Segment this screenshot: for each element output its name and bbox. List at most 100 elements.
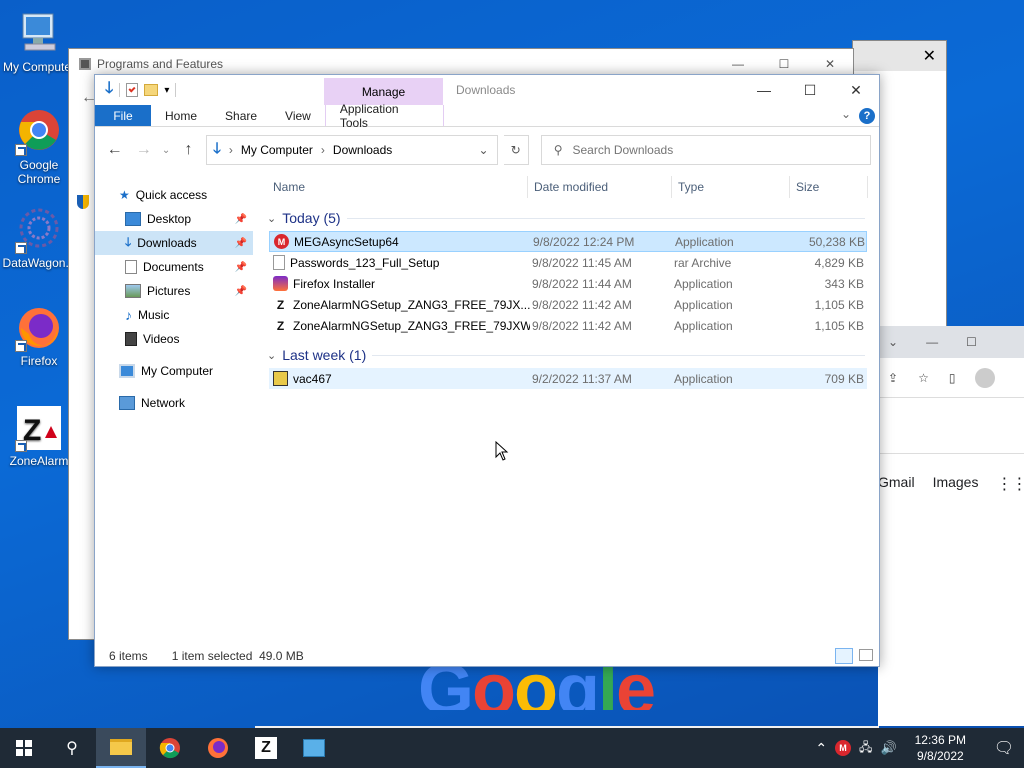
file-row[interactable]: Z ZoneAlarmNGSetup_ZANG3_FREE_79JXW1 9/8/…: [269, 315, 867, 336]
group-header-last-week[interactable]: ⌄ Last week (1): [267, 342, 879, 368]
column-size[interactable]: Size: [790, 176, 868, 198]
notifications-icon[interactable]: 🗨: [984, 728, 1024, 768]
breadcrumb-root[interactable]: My Computer: [241, 143, 313, 157]
address-bar[interactable]: 🡓 › My Computer › Downloads ⌄: [206, 135, 498, 165]
search-box[interactable]: ⚲: [540, 135, 871, 165]
firefox-icon: [208, 738, 228, 758]
desktop-icon-firefox[interactable]: Firefox: [0, 304, 78, 368]
tab-application-tools[interactable]: Application Tools: [324, 102, 444, 130]
nav-label: Desktop: [147, 212, 192, 226]
file-date: 9/8/2022 11:45 AM: [532, 255, 632, 270]
file-name: ZoneAlarmNGSetup_ZANG3_FREE_79JXW1: [293, 318, 530, 333]
nav-label: Documents: [143, 260, 204, 274]
expand-ribbon-icon[interactable]: ⌄: [841, 107, 851, 121]
share-icon[interactable]: ⇪: [888, 371, 898, 385]
desktop-icon-datawagon[interactable]: DataWagon...: [0, 206, 78, 270]
maximize-icon[interactable]: ☐: [966, 335, 977, 349]
file-row[interactable]: Firefox Installer 9/8/2022 11:44 AM Appl…: [269, 273, 867, 294]
nav-pictures[interactable]: Pictures 📌: [95, 279, 253, 303]
nav-documents[interactable]: Documents 📌: [95, 255, 253, 279]
videos-icon: [125, 332, 137, 346]
tab-file[interactable]: File: [95, 105, 151, 126]
pin-icon[interactable]: 📌: [235, 262, 247, 273]
taskbar-zonealarm[interactable]: Z: [242, 728, 290, 768]
file-row[interactable]: M MEGAsyncSetup64 9/8/2022 12:24 PM Appli…: [269, 231, 867, 252]
close-icon[interactable]: ✕: [833, 75, 879, 105]
file-size: 1,105 KB: [814, 318, 864, 333]
start-button[interactable]: [0, 728, 48, 768]
search-button[interactable]: ⚲: [48, 728, 96, 768]
nav-downloads[interactable]: 🡓 Downloads 📌: [95, 231, 253, 255]
refresh-icon[interactable]: ↻: [503, 135, 529, 165]
back-icon[interactable]: ←: [103, 138, 126, 162]
title-bar: 🡓 ▾ Manage Downloads — ☐ ✕: [95, 75, 879, 105]
help-icon[interactable]: ?: [859, 108, 875, 124]
recent-locations-icon[interactable]: ⌄: [161, 138, 171, 162]
chevron-down-icon[interactable]: ⌄: [888, 335, 898, 349]
file-list: Name Date modified Type Size ⌄ Today (5)…: [267, 173, 879, 461]
clock[interactable]: 12:36 PM 9/8/2022: [905, 732, 976, 764]
taskbar-chrome[interactable]: [146, 728, 194, 768]
nav-desktop[interactable]: Desktop 📌: [95, 207, 253, 231]
pin-icon[interactable]: 📌: [235, 286, 247, 297]
nav-videos[interactable]: Videos: [95, 327, 253, 351]
tab-view[interactable]: View: [271, 105, 325, 126]
large-icons-view-icon[interactable]: [859, 649, 873, 661]
downloads-folder-icon: 🡓: [213, 139, 221, 157]
chrome-icon: [15, 108, 63, 156]
pin-icon[interactable]: 📌: [235, 214, 247, 225]
zonealarm-icon: Z: [273, 297, 288, 312]
gmail-link[interactable]: Gmail: [878, 474, 915, 494]
customize-dropdown-icon[interactable]: ▾: [164, 85, 169, 96]
pin-icon[interactable]: 📌: [235, 238, 247, 249]
mouse-cursor-icon: [495, 440, 509, 464]
nav-quick-access[interactable]: ★ Quick access: [95, 183, 253, 207]
computer-icon: [15, 10, 63, 58]
taskbar-file-explorer[interactable]: [96, 728, 146, 768]
maximize-icon[interactable]: ☐: [787, 75, 833, 105]
address-dropdown-icon[interactable]: ⌄: [479, 143, 489, 157]
down-arrow-icon[interactable]: 🡓: [105, 77, 113, 104]
file-row[interactable]: Z ZoneAlarmNGSetup_ZANG3_FREE_79JX... 9/8…: [269, 294, 867, 315]
close-icon[interactable]: ✕: [853, 41, 946, 71]
minimize-icon[interactable]: —: [741, 75, 787, 105]
volume-icon[interactable]: 🔊: [880, 740, 896, 756]
search-input[interactable]: [572, 143, 853, 157]
file-type: Application: [674, 297, 733, 312]
tab-home[interactable]: Home: [151, 105, 211, 126]
column-type[interactable]: Type: [672, 176, 790, 198]
desktop-icon-chrome[interactable]: Google Chrome: [0, 108, 78, 186]
breadcrumb-folder[interactable]: Downloads: [333, 143, 392, 157]
taskbar-control-panel[interactable]: [290, 728, 338, 768]
chevron-up-icon[interactable]: ⌃: [815, 740, 827, 757]
sidepanel-icon[interactable]: ▯: [949, 371, 956, 385]
minimize-icon[interactable]: —: [926, 335, 938, 349]
nav-music[interactable]: ♪ Music: [95, 303, 253, 327]
properties-icon[interactable]: [126, 83, 139, 97]
forward-icon[interactable]: →: [132, 138, 155, 162]
new-folder-icon[interactable]: [144, 84, 159, 96]
star-icon[interactable]: ☆: [918, 371, 929, 385]
taskbar-firefox[interactable]: [194, 728, 242, 768]
group-header-today[interactable]: ⌄ Today (5): [267, 205, 879, 231]
file-row[interactable]: vac467 9/2/2022 11:37 AM Application 709…: [269, 368, 867, 389]
apps-grid-icon[interactable]: ⋮⋮⋮: [996, 474, 1024, 494]
file-row[interactable]: Passwords_123_Full_Setup 9/8/2022 11:45 …: [269, 252, 867, 273]
nav-label: Music: [138, 308, 170, 322]
mega-tray-icon[interactable]: M: [835, 740, 852, 756]
desktop-icon-my-computer[interactable]: My Computer: [0, 10, 78, 74]
images-link[interactable]: Images: [933, 474, 979, 494]
desktop-icon-zonealarm[interactable]: Z ZoneAlarm: [0, 404, 78, 468]
network-icon[interactable]: 🖧: [859, 738, 872, 759]
archive-icon: [273, 255, 285, 270]
nav-my-computer[interactable]: My Computer: [95, 359, 253, 383]
window-title: Programs and Features: [97, 57, 224, 71]
column-date-modified[interactable]: Date modified: [528, 176, 672, 198]
profile-icon[interactable]: [975, 367, 996, 388]
star-icon: ★: [119, 188, 130, 202]
column-name[interactable]: Name: [267, 176, 528, 198]
details-view-icon[interactable]: [835, 648, 853, 664]
nav-network[interactable]: Network: [95, 391, 253, 415]
tab-share[interactable]: Share: [211, 105, 271, 126]
up-icon[interactable]: ↑: [177, 138, 200, 162]
